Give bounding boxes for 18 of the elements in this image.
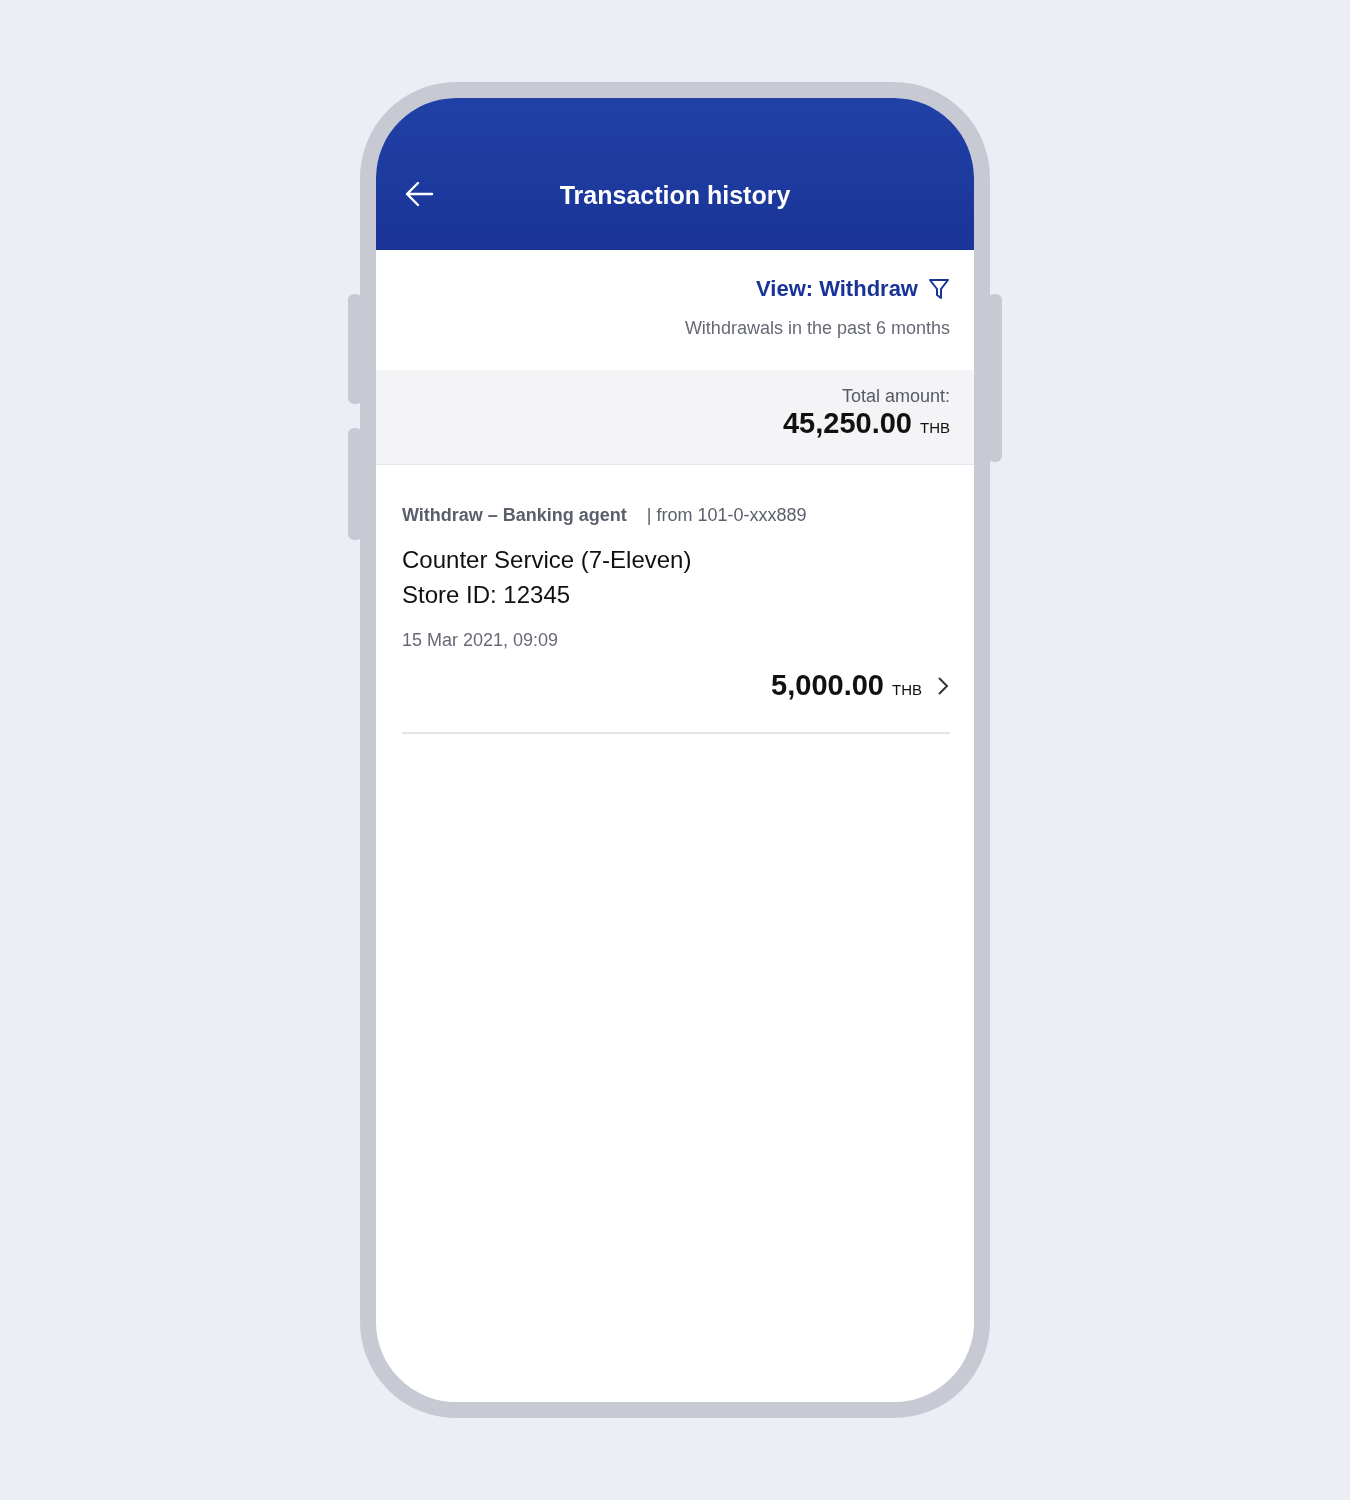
chevron-right-icon — [936, 675, 950, 696]
total-label: Total amount: — [841, 386, 950, 407]
view-filter-button[interactable]: View: Withdraw — [756, 276, 950, 302]
store-id: Store ID: 12345 — [402, 580, 572, 610]
transaction-date: 15 Mar 2021, 09:09 — [402, 630, 560, 651]
transaction-type: Withdraw – Banking agent — [402, 505, 627, 526]
filter-icon — [928, 278, 950, 300]
currency-label: THB — [892, 681, 922, 698]
filter-description: Withdrawals in the past 6 months — [684, 318, 950, 339]
screen-title: Transaction history — [559, 181, 791, 210]
back-button[interactable] — [404, 181, 434, 207]
currency-label: THB — [920, 419, 950, 436]
source-account: | from 101-0-xxx889 — [646, 505, 807, 526]
transaction-amount: 5,000.00 — [771, 669, 884, 702]
merchant-name: Counter Service (7-Eleven) — [402, 545, 693, 575]
total-amount: 45,250.00 — [783, 407, 912, 440]
transaction-item[interactable]: Withdraw – Banking agent | from 101-0-xxx889 Counter Service (7-Eleven) Store ID: 12345 15 Mar 2021, 09:09 5,000.00 THB — [402, 465, 950, 734]
back-arrow-icon — [404, 181, 434, 207]
